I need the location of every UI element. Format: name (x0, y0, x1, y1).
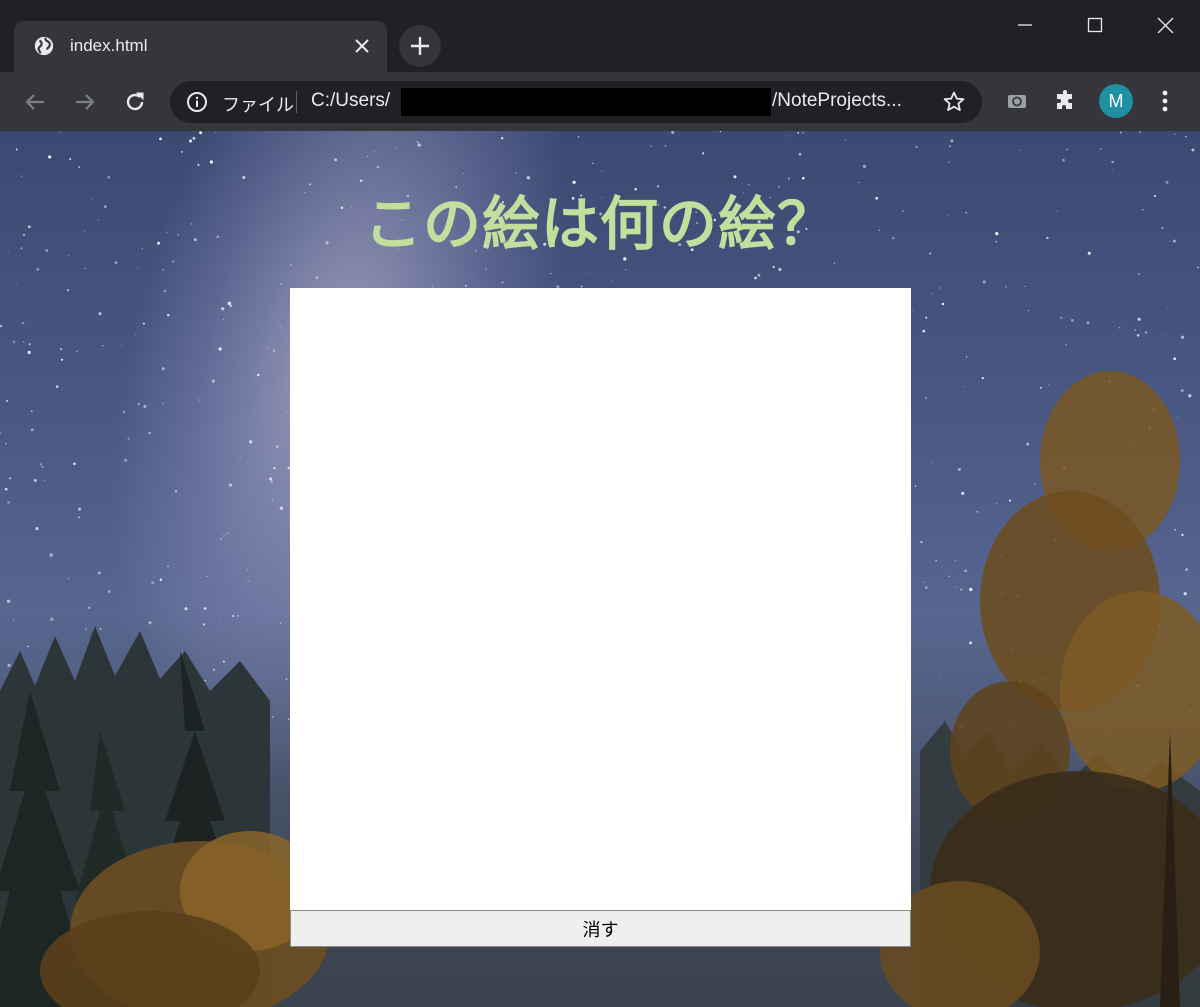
profile-avatar[interactable]: M (1099, 84, 1133, 118)
close-window-button[interactable] (1130, 0, 1200, 50)
back-button[interactable] (19, 86, 51, 118)
info-icon[interactable] (186, 91, 208, 113)
reload-button[interactable] (119, 86, 151, 118)
globe-icon (34, 36, 54, 56)
address-bar[interactable]: ファイル C:/Users/ /NoteProjects... (170, 81, 982, 123)
puzzle-icon (1057, 90, 1072, 109)
minimize-icon (1018, 24, 1032, 26)
close-icon (1157, 17, 1173, 33)
browser-toolbar: ファイル C:/Users/ /NoteProjects... M (0, 72, 1200, 131)
scheme-label: ファイル (222, 95, 294, 116)
reload-icon (126, 92, 144, 111)
tab-title: index.html (70, 36, 148, 55)
maximize-icon (1087, 17, 1103, 33)
omnibox-separator (296, 91, 297, 113)
arrow-right-icon (76, 94, 95, 110)
tab-strip: index.html (0, 0, 1200, 72)
star-icon[interactable] (942, 90, 966, 114)
minimize-button[interactable] (990, 0, 1060, 50)
kebab-menu-icon (1162, 90, 1168, 112)
new-tab-button[interactable] (399, 25, 441, 67)
maximize-button[interactable] (1060, 0, 1130, 50)
tab-index-html[interactable]: index.html (14, 21, 387, 72)
drawing-canvas[interactable] (290, 288, 911, 910)
clear-button[interactable]: 消す (290, 910, 911, 947)
extension-icon (1008, 95, 1026, 108)
url-prefix: C:/Users/ (311, 90, 391, 111)
page-title: この絵は何の絵？ (363, 190, 836, 258)
close-icon[interactable] (351, 35, 373, 57)
redaction-bar (401, 88, 771, 116)
window-controls (990, 0, 1200, 50)
browser-menu-button[interactable] (1151, 87, 1179, 115)
forward-button[interactable] (69, 86, 101, 118)
extension-button[interactable] (1003, 87, 1031, 115)
page-viewport: この絵は何の絵？ 消す (0, 131, 1200, 1007)
extensions-menu-button[interactable] (1052, 87, 1080, 115)
plus-icon (411, 37, 429, 55)
arrow-left-icon (25, 94, 44, 110)
url-suffix: /NoteProjects... (772, 90, 902, 111)
